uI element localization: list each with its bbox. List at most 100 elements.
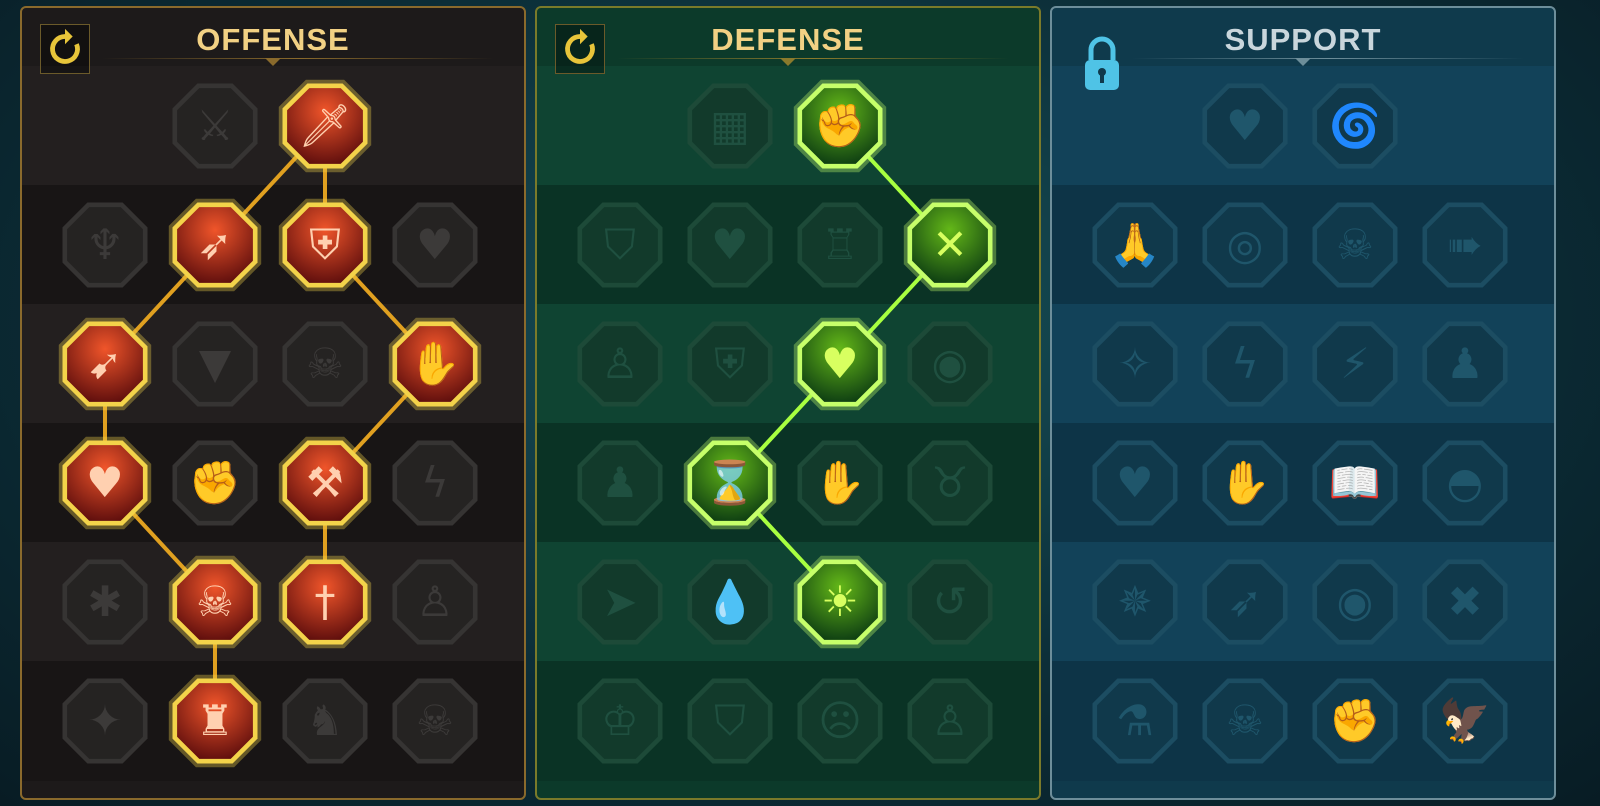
skill-node-winged-shield[interactable]: ⛉ [680,671,780,771]
skill-node-burning-helm[interactable]: ♜ [165,671,265,771]
skill-node-praying-hands[interactable]: 🙏 [1085,195,1185,295]
crowned-warrior-icon: ♔ [601,696,639,745]
skill-node-axe-cleave[interactable]: ⚒ [275,433,375,533]
potion-flask-icon: ⚗ [1116,696,1154,745]
defense-title-divider [617,58,1009,59]
skill-node-skull-cloak[interactable]: ☠ [275,314,375,414]
skill-node-hooded-face[interactable]: ◉ [900,314,1000,414]
swirl-spear-icon: 🌀 [1328,101,1382,150]
triple-skull-icon: ☠ [196,577,234,626]
bleeding-heart-icon: ♥ [416,220,454,269]
skill-node-crowned-warrior[interactable]: ♔ [570,671,670,771]
skill-node-blessed-figure[interactable]: ✧ [1085,314,1185,414]
skill-node-horned-demon[interactable]: ♆ [55,195,155,295]
radiant-skull-icon: ☀ [821,577,859,626]
defense-title-caret [780,58,796,66]
skill-node-crowd-figures[interactable]: ♟ [570,433,670,533]
skill-node-bleeding-heart[interactable]: ♥ [385,195,485,295]
skill-node-blood-drops[interactable]: 💧 [680,552,780,652]
skill-node-fist-slam[interactable]: ✊ [165,433,265,533]
skill-node-skull-hourglass[interactable]: ⌛ [680,433,780,533]
compass-star-icon: ✵ [1117,577,1153,626]
skill-node-chained-heart[interactable]: ♥ [1085,433,1185,533]
crossed-blades-icon: ✕ [932,220,968,269]
skill-node-watching-eye[interactable]: ◉ [1305,552,1405,652]
cracked-armor-icon: ▦ [710,101,750,150]
stone-golem-icon: ♖ [821,220,859,269]
skill-node-chevron-shield[interactable]: ⛉ [570,195,670,295]
skill-node-compass-star[interactable]: ✵ [1085,552,1185,652]
demon-brute-icon: ♞ [306,696,344,745]
skill-node-dagger-hand[interactable]: ✋ [385,314,485,414]
flaming-skull-icon: ☠ [1336,220,1374,269]
skill-node-lightning-shield[interactable]: ϟ [1195,314,1295,414]
skill-node-grim-skull[interactable]: ☠ [1195,671,1295,771]
skill-node-sword-sparkle[interactable]: ✦ [55,671,155,771]
skill-node-shield-arrow[interactable]: ⛨ [275,195,375,295]
skill-node-winged-boot[interactable]: ➶ [1195,552,1295,652]
bull-head-icon: ♉ [931,458,969,507]
sword-heart-icon: ♥ [86,458,124,507]
skill-node-open-book[interactable]: 📖 [1305,433,1405,533]
skill-node-raised-fist[interactable]: ✊ [790,76,890,176]
skill-node-pierced-body[interactable]: ➹ [55,314,155,414]
skill-node-sword-strike[interactable]: 🗡 [275,76,375,176]
skill-node-flexing-giant[interactable]: ♙ [900,671,1000,771]
skill-node-dodging-figure[interactable]: ♙ [570,314,670,414]
skill-node-skull-heart[interactable]: ♥ [790,314,890,414]
spear-burst-icon: ➶ [197,220,233,269]
skill-node-crossed-bones[interactable]: ✖ [1415,552,1515,652]
offense-title: OFFENSE [196,22,350,57]
fanged-maw-icon: ▼ [198,339,232,388]
skill-node-demon-brute[interactable]: ♞ [275,671,375,771]
skill-node-spear-burst[interactable]: ➶ [165,195,265,295]
skill-node-spartan-skull[interactable]: ☠ [385,671,485,771]
bearded-face-icon: ☹ [818,696,862,745]
skill-node-spider-claw[interactable]: ✱ [55,552,155,652]
skill-node-deflect-hand[interactable]: ↺ [900,552,1000,652]
skill-node-knight-shield[interactable]: ⛨ [680,314,780,414]
skill-node-lightning-warrior[interactable]: ♙ [385,552,485,652]
skill-node-gauntlet-fist[interactable]: ✊ [1305,671,1405,771]
skill-node-radiant-skull[interactable]: ☀ [790,552,890,652]
crowd-figures-icon: ♟ [601,458,639,507]
offense-panel: OFFENSE ⚔ 🗡 ♆ ➶ ⛨ ♥ ➹ ▼ ☠ ✋ ♥ ✊ ⚒ ϟ ✱ ☠ † ♙ ✦ ♜ ♞ ☠ [20,6,526,800]
skill-node-fire-hand[interactable]: ✋ [1195,433,1295,533]
skill-node-speed-boot[interactable]: ➠ [1415,195,1515,295]
raised-fist-icon: ✊ [813,101,867,150]
shield-arrow-icon: ⛨ [309,220,341,269]
skill-node-potion-flask[interactable]: ⚗ [1085,671,1185,771]
skill-node-triple-skull[interactable]: ☠ [165,552,265,652]
skill-node-ring-shield[interactable]: ◎ [1195,195,1295,295]
defense-title: DEFENSE [711,22,865,57]
skill-node-bull-head[interactable]: ♉ [900,433,1000,533]
skill-node-chain-lightning[interactable]: ϟ [385,433,485,533]
skill-node-healing-heart[interactable]: ♥ [1195,76,1295,176]
skill-node-stone-golem[interactable]: ♖ [790,195,890,295]
blood-drops-icon: 💧 [703,577,757,626]
skill-node-crossed-blades[interactable]: ✕ [900,195,1000,295]
skill-node-sword-heart[interactable]: ♥ [55,433,155,533]
open-palm-icon: ✋ [813,458,867,507]
skill-node-shatter[interactable]: ⚡ [1305,314,1405,414]
support-title-divider [1132,58,1524,59]
ring-shield-icon: ◎ [1226,220,1264,269]
skill-node-blade-shield[interactable]: † [275,552,375,652]
spider-claw-icon: ✱ [87,577,123,626]
skill-node-heart-vein[interactable]: ♥ [680,195,780,295]
skill-node-eagle-head[interactable]: 🦅 [1415,671,1515,771]
skill-node-flaming-skull[interactable]: ☠ [1305,195,1405,295]
grim-skull-icon: ☠ [1226,696,1264,745]
fist-slam-icon: ✊ [188,458,242,507]
skill-node-glaring-eyes[interactable]: ◓ [1415,433,1515,533]
skill-node-swirl-spear[interactable]: 🌀 [1305,76,1405,176]
axe-cleave-icon: ⚒ [306,458,344,507]
skill-node-fanged-maw[interactable]: ▼ [165,314,265,414]
skill-node-bearded-face[interactable]: ☹ [790,671,890,771]
skill-node-cracked-armor[interactable]: ▦ [680,76,780,176]
fire-hand-icon: ✋ [1218,458,1272,507]
skill-node-shadow-figures[interactable]: ♟ [1415,314,1515,414]
skill-node-dashing-runner[interactable]: ➤ [570,552,670,652]
skill-node-crossed-swords[interactable]: ⚔ [165,76,265,176]
skill-node-open-palm[interactable]: ✋ [790,433,890,533]
